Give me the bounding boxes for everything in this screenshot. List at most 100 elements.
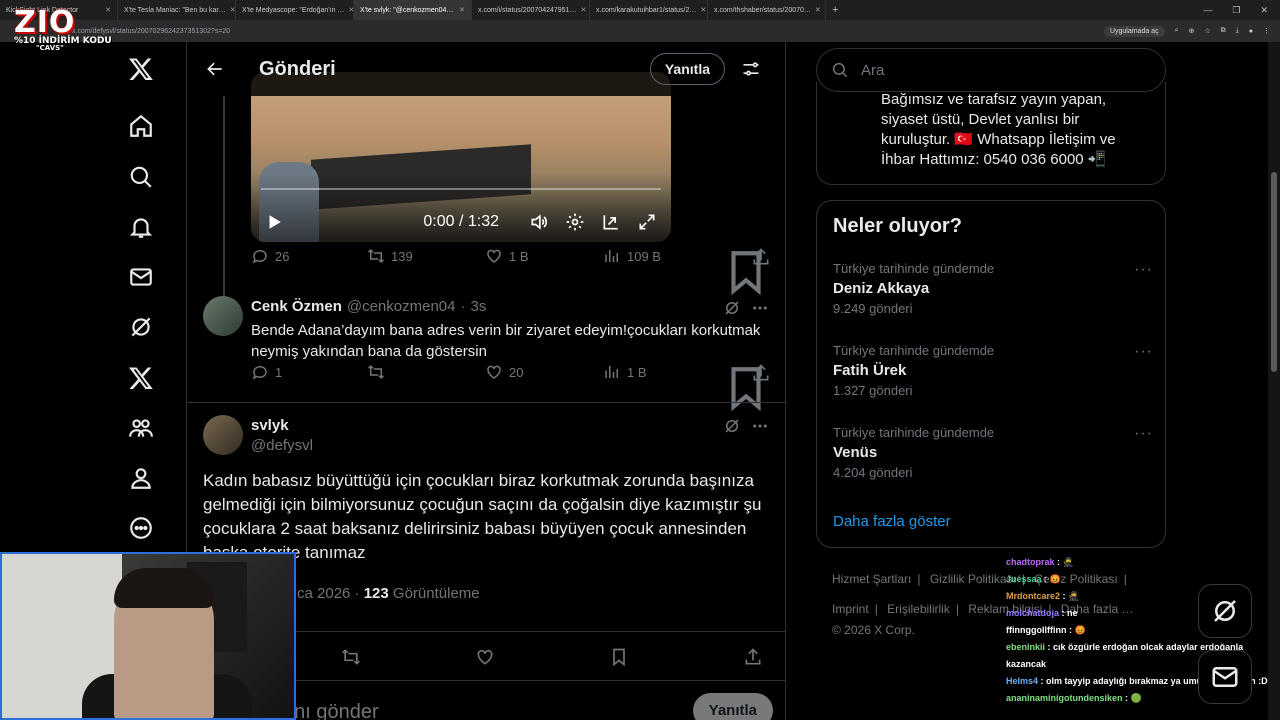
author-name[interactable]: Cenk Özmen — [251, 298, 342, 315]
chat-username[interactable]: ananinaminigotundensiken — [1006, 693, 1123, 703]
dock-player-icon[interactable] — [601, 212, 621, 232]
share-icon[interactable] — [751, 363, 771, 383]
profile-icon[interactable] — [128, 465, 154, 491]
video-progress-bar[interactable] — [261, 188, 661, 190]
grok-icon[interactable] — [723, 299, 741, 317]
grok-float-button[interactable] — [1198, 584, 1252, 638]
more-options-icon[interactable]: ··· — [1134, 425, 1153, 443]
browser-tab[interactable]: X'te Medyascope: "Erdoğan'ın … ✕ — [236, 0, 354, 20]
more-circle-icon[interactable] — [128, 515, 154, 541]
reply-action[interactable]: 26 — [251, 247, 289, 265]
browser-tab[interactable]: x.com/karakutuihbar1/status/2… ✕ — [590, 0, 708, 20]
bookmark-icon[interactable] — [609, 647, 629, 667]
back-arrow-icon[interactable] — [205, 59, 225, 79]
show-more-link[interactable]: Daha fazla göster — [833, 513, 951, 530]
search-input[interactable]: Ara — [816, 48, 1166, 92]
views-action[interactable]: 1 B — [603, 363, 647, 381]
scroll-thumb[interactable] — [1271, 172, 1277, 372]
terms-link[interactable]: Hizmet Şartları — [832, 572, 911, 586]
trend-item[interactable]: Türkiye tarihinde gündemde Venüs 4.204 g… — [833, 425, 1153, 480]
close-icon[interactable]: ✕ — [459, 6, 465, 14]
chat-username[interactable]: ebeninkii — [1006, 642, 1045, 652]
more-options-icon[interactable]: ··· — [1134, 343, 1153, 361]
reply-submit-button[interactable]: Yanıtla — [692, 693, 773, 720]
avatar[interactable] — [203, 296, 243, 336]
close-icon[interactable]: ✕ — [580, 6, 586, 14]
repost-icon[interactable] — [341, 647, 361, 667]
x-logo-icon[interactable] — [128, 56, 154, 82]
reply-button[interactable]: Yanıtla — [649, 53, 725, 85]
reply-bubble-icon — [252, 365, 267, 380]
privacy-link[interactable]: Gizlilik Politikası — [930, 572, 1016, 586]
volume-icon[interactable] — [529, 212, 549, 232]
browser-tab[interactable]: x.com/thshaber/status/20070… ✕ — [708, 0, 826, 20]
author-name[interactable]: svlyk — [251, 417, 289, 434]
share-icon[interactable] — [743, 647, 763, 667]
new-tab-button[interactable]: + — [826, 4, 844, 16]
repost-action[interactable]: 139 — [367, 247, 413, 265]
minimize-icon[interactable]: — — [1203, 5, 1212, 16]
trend-context: Türkiye tarihinde gündemde — [833, 261, 995, 276]
views-action[interactable]: 109 B — [603, 247, 661, 265]
chat-username[interactable]: Juéşsaa — [1006, 574, 1042, 584]
extensions-icon[interactable]: ⧉ — [1221, 27, 1226, 35]
chat-username[interactable]: molchatdoja — [1006, 608, 1059, 618]
browser-tab-active[interactable]: X'te svlyk: "@cenkozmen04… ✕ — [354, 0, 472, 20]
like-action[interactable]: 20 — [485, 363, 523, 381]
trend-item[interactable]: Türkiye tarihinde gündemde Deniz Akkaya … — [833, 261, 1153, 316]
settings-gear-icon[interactable] — [565, 212, 585, 232]
repost-action[interactable] — [367, 363, 385, 381]
messages-envelope-icon[interactable] — [128, 264, 154, 290]
search-icon[interactable] — [128, 164, 154, 190]
communities-icon[interactable] — [128, 415, 154, 441]
stream-logo-text: ZIO — [14, 5, 76, 40]
heart-icon[interactable] — [475, 647, 495, 667]
premium-x-icon[interactable] — [128, 365, 154, 391]
grok-icon[interactable] — [128, 314, 154, 340]
tab-title: x.com/i/status/200704247951… — [478, 6, 577, 14]
menu-icon[interactable]: ⋮ — [1263, 27, 1270, 35]
reply-post[interactable]: Cenk Özmen @cenkozmen04 · 3s Bende Adana… — [187, 286, 785, 412]
more-options-icon[interactable] — [751, 417, 769, 435]
accessibility-link[interactable]: Erişilebilirlik — [887, 602, 950, 616]
author-handle[interactable]: @cenkozmen04 — [347, 298, 456, 315]
chat-username[interactable]: ffinnggollffinn — [1006, 625, 1066, 635]
play-icon[interactable] — [265, 213, 283, 231]
post-date[interactable]: ca 2026 · — [297, 585, 364, 602]
profile-icon[interactable]: ● — [1249, 28, 1253, 35]
filter-sliders-icon[interactable] — [741, 59, 761, 79]
home-icon[interactable] — [128, 113, 154, 139]
download-icon[interactable]: ⤓ — [1236, 27, 1239, 35]
browser-tab[interactable]: x.com/i/status/200704247951… ✕ — [472, 0, 590, 20]
trend-item[interactable]: Türkiye tarihinde gündemde Fatih Ürek 1.… — [833, 343, 1153, 398]
more-options-icon[interactable]: ··· — [1134, 261, 1153, 279]
chat-username[interactable]: Helms4 — [1006, 676, 1038, 686]
reply-action[interactable]: 1 — [251, 363, 282, 381]
grok-icon[interactable] — [723, 417, 741, 435]
close-icon[interactable]: ✕ — [700, 6, 706, 14]
chat-username[interactable]: chadtoprak — [1006, 557, 1055, 567]
share-icon[interactable] — [751, 247, 771, 267]
notifications-bell-icon[interactable] — [128, 214, 154, 240]
restore-icon[interactable]: ❐ — [1232, 5, 1240, 16]
post-time[interactable]: 3s — [470, 298, 486, 315]
messages-float-button[interactable] — [1198, 650, 1252, 704]
more-options-icon[interactable] — [751, 299, 769, 317]
close-window-icon[interactable]: ✕ — [1260, 5, 1268, 16]
chat-username[interactable]: Mrdontcare2 — [1006, 591, 1060, 601]
avatar[interactable] — [203, 415, 243, 455]
video-player[interactable]: 0:00 / 1:32 — [251, 72, 671, 242]
like-action[interactable]: 1 B — [485, 247, 529, 265]
zoom-icon[interactable]: ⊕ — [1189, 27, 1195, 35]
chat-text: : 🥷 — [1057, 557, 1074, 567]
browser-tab[interactable]: X'te Tesla Maniac: "Ben bu kar… ✕ — [118, 0, 236, 20]
star-icon[interactable]: ☆ — [1204, 27, 1210, 35]
fullscreen-icon[interactable] — [637, 212, 657, 232]
search-icon[interactable]: ⌕ — [1175, 27, 1179, 35]
author-handle[interactable]: @defysvl — [251, 437, 313, 454]
reply-input[interactable]: tını gönder — [283, 701, 379, 720]
open-in-app-button[interactable]: Uygulamada aç — [1103, 25, 1165, 37]
imprint-link[interactable]: Imprint — [832, 602, 869, 616]
close-icon[interactable]: ✕ — [230, 6, 235, 14]
close-icon[interactable]: ✕ — [815, 6, 821, 14]
